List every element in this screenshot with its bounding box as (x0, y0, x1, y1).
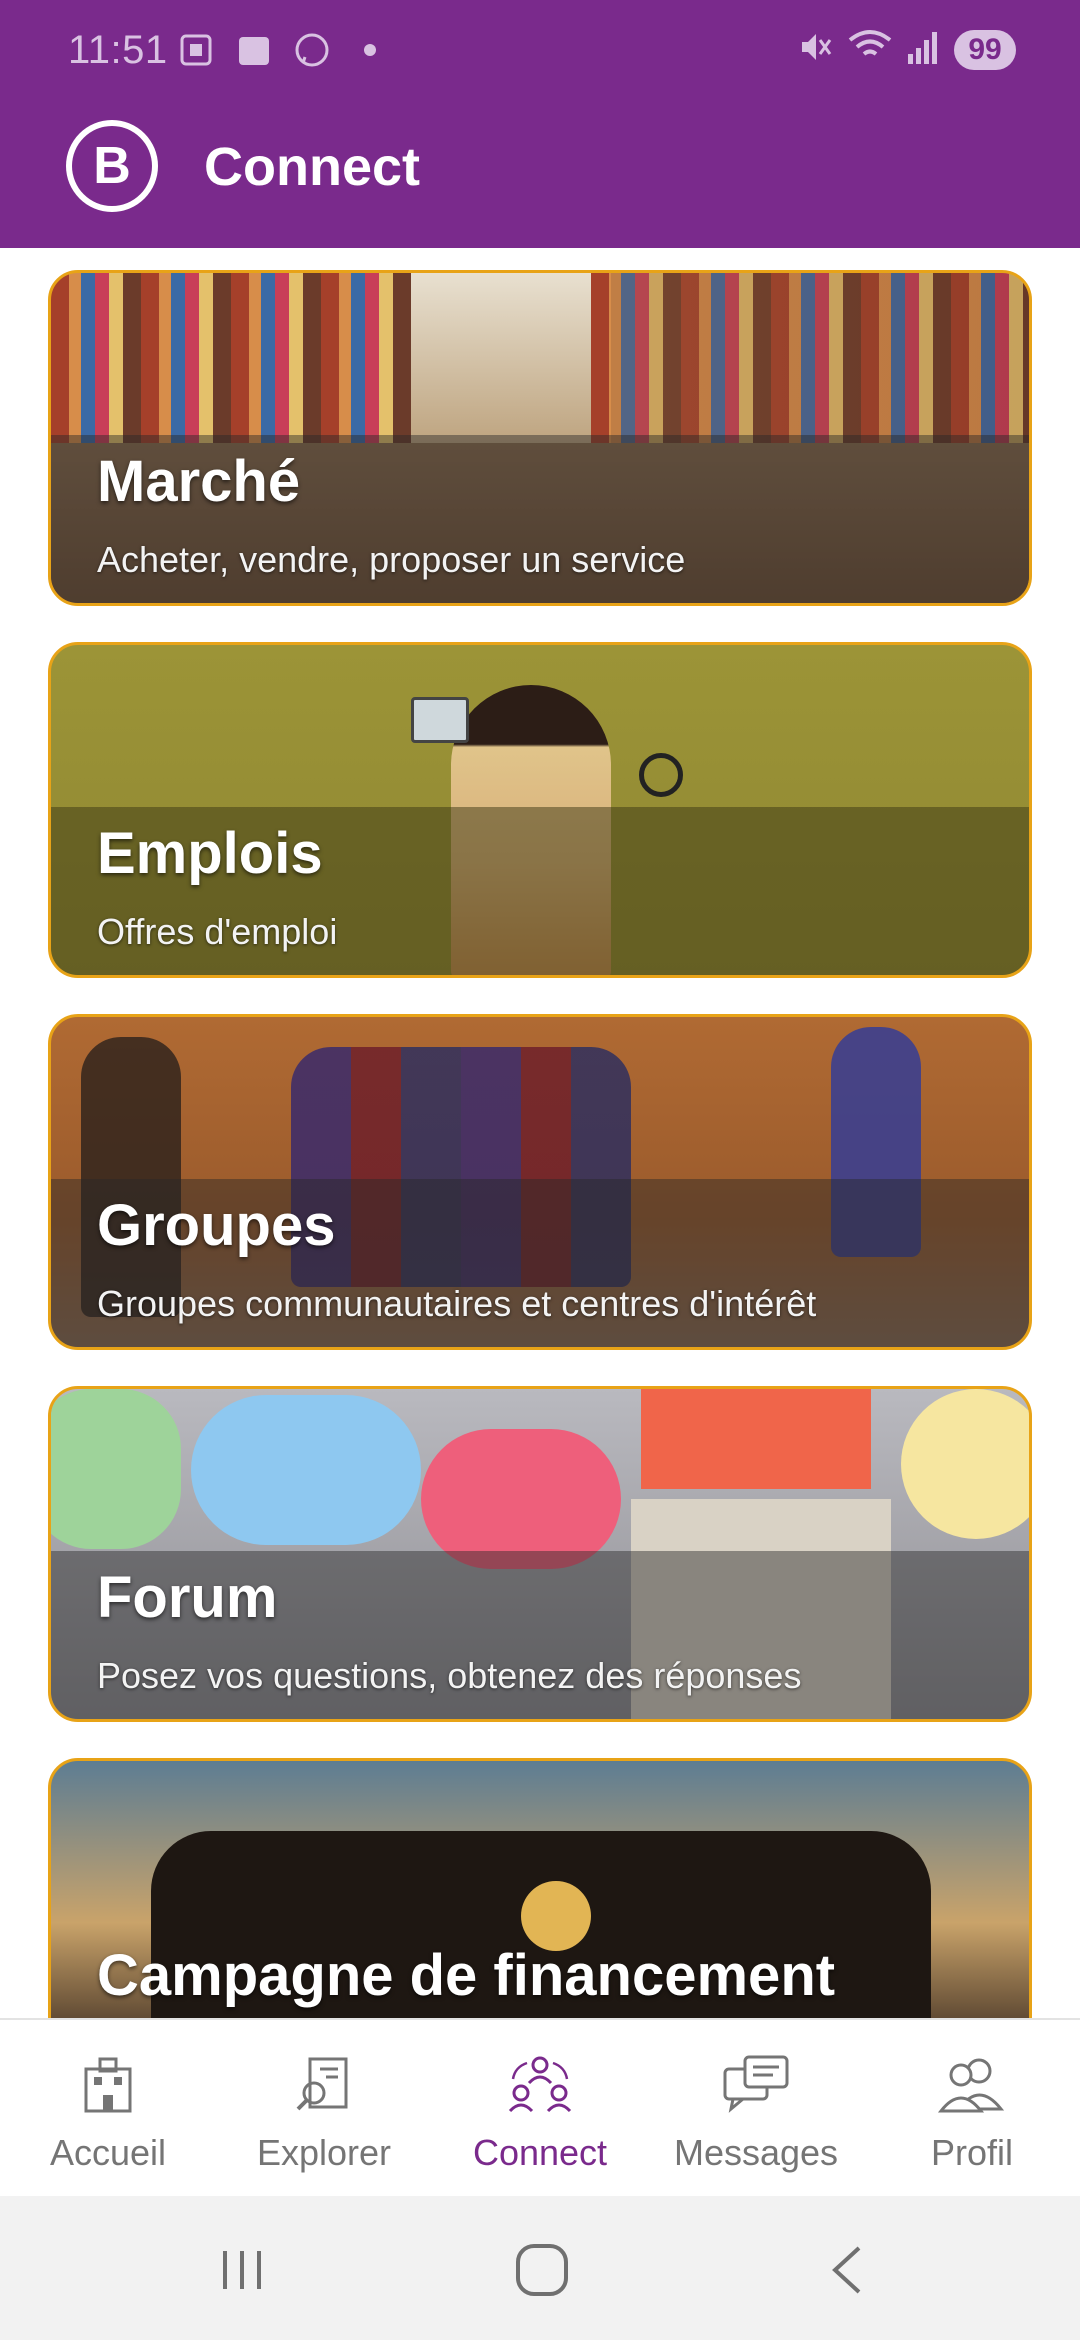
nav-label: Profil (930, 2132, 1014, 2173)
card-title: Forum (97, 1565, 278, 1630)
speech-bubble-green (51, 1389, 181, 1549)
magnifier-icon (639, 753, 683, 797)
nav-label: Accueil (49, 2132, 167, 2173)
laptop-icon (411, 697, 469, 743)
card-subtitle: Acheter, vendre, proposer un service (97, 539, 686, 580)
nav-label: Messages (673, 2132, 839, 2173)
card-groupes[interactable]: Groupes Groupes communautaires et centre… (48, 1014, 1032, 1350)
recent-apps-button[interactable] (212, 2240, 272, 2300)
nav-label: Explorer (256, 2132, 392, 2173)
wifi-icon (848, 28, 892, 71)
screenshot-icon (176, 30, 216, 70)
nav-messages[interactable]: Messages (648, 2020, 864, 2196)
connect-list[interactable]: Marché Acheter, vendre, proposer un serv… (0, 248, 1080, 2018)
card-subtitle: Posez vos questions, obtenez des réponse… (97, 1655, 802, 1696)
status-notification-icons (176, 30, 390, 70)
building-icon (73, 2050, 143, 2120)
bottom-navigation: Accueil Explorer Connect Messages Profil (0, 2018, 1080, 2196)
nav-label: Connect (472, 2132, 608, 2173)
sun-shape (521, 1881, 591, 1951)
home-button[interactable] (512, 2240, 572, 2300)
profile-icon (937, 2050, 1007, 2120)
status-system-icons: 99 (796, 28, 1016, 71)
card-campagne[interactable]: Campagne de financement (48, 1758, 1032, 2018)
card-subtitle: Offres d'emploi (97, 911, 338, 952)
card-title: Marché (97, 449, 301, 514)
speech-bubble-blue (191, 1395, 421, 1545)
logo-letter: B (72, 126, 152, 206)
nav-connect[interactable]: Connect (432, 2020, 648, 2196)
back-button[interactable] (818, 2240, 878, 2300)
explore-icon (289, 2050, 359, 2120)
card-title: Groupes (97, 1193, 336, 1258)
status-bar: 11:51 99 (0, 0, 1080, 100)
card-emplois[interactable]: Emplois Offres d'emploi (48, 642, 1032, 978)
battery-indicator: 99 (954, 29, 1016, 70)
nav-profil[interactable]: Profil (864, 2020, 1080, 2196)
mute-icon (796, 28, 834, 71)
card-title: Campagne de financement (97, 1943, 836, 2008)
system-navigation-bar (0, 2196, 1080, 2340)
nav-accueil[interactable]: Accueil (0, 2020, 216, 2196)
app-bar: 11:51 99 B Connect (0, 0, 1080, 248)
card-title: Emplois (97, 821, 323, 886)
speech-bubble-red (641, 1389, 871, 1489)
calendar-badge-icon (234, 30, 274, 70)
whatsapp-icon (292, 30, 332, 70)
chat-icon (721, 2050, 791, 2120)
nav-explorer[interactable]: Explorer (216, 2020, 432, 2196)
speech-bubble-yellow (901, 1389, 1029, 1539)
page-title: Connect (204, 137, 420, 197)
status-time: 11:51 (68, 28, 168, 72)
card-subtitle: Groupes communautaires et centres d'inté… (97, 1283, 817, 1324)
card-forum[interactable]: Forum Posez vos questions, obtenez des r… (48, 1386, 1032, 1722)
app-logo[interactable]: B (66, 120, 158, 212)
signal-icon (906, 28, 940, 71)
connect-icon (505, 2050, 575, 2120)
dot-icon (350, 30, 390, 70)
card-marche[interactable]: Marché Acheter, vendre, proposer un serv… (48, 270, 1032, 606)
speech-bubble-pink (421, 1429, 621, 1569)
